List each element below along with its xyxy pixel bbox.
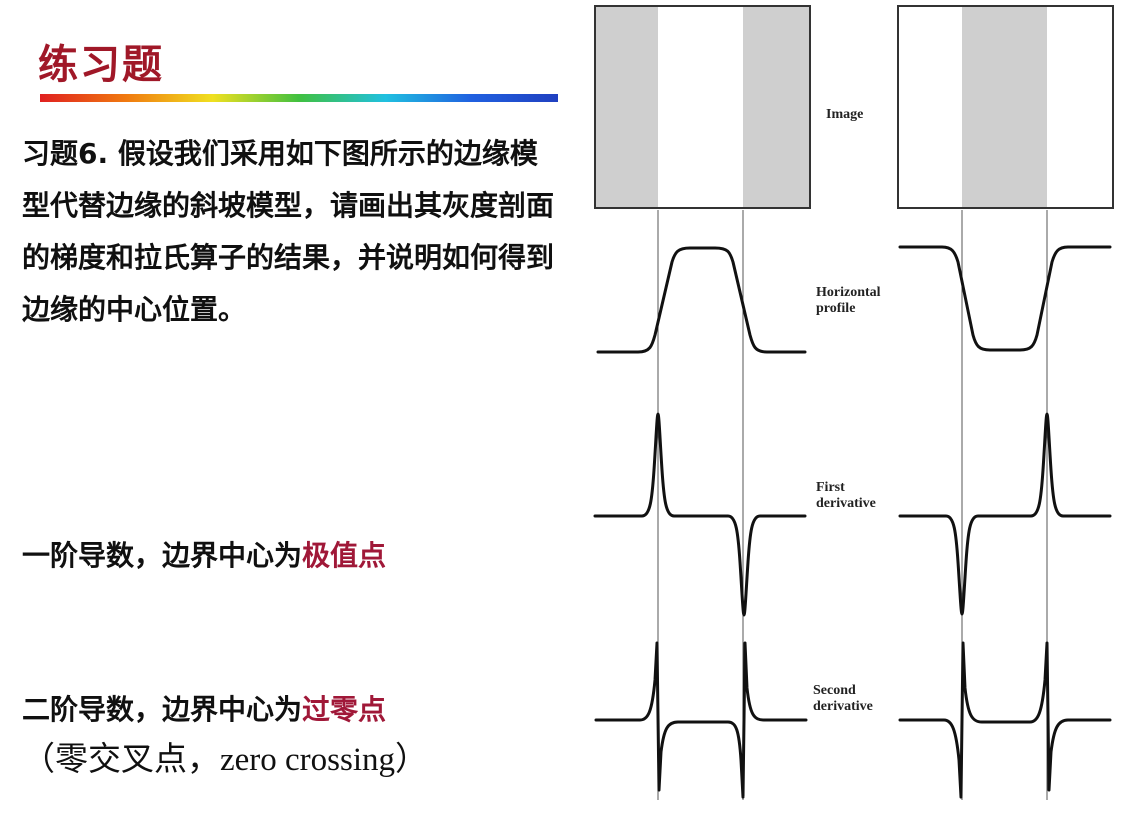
left-image-stripe bbox=[743, 7, 809, 207]
left-first-derivative bbox=[593, 412, 807, 617]
label-first-derivative: derivative bbox=[816, 496, 876, 511]
left-horizontal-profile bbox=[596, 246, 807, 354]
left-image-stripe bbox=[596, 7, 658, 207]
label-first: First bbox=[816, 480, 845, 495]
right-horizontal-profile bbox=[898, 245, 1112, 352]
right-image-stripe bbox=[962, 7, 1047, 207]
right-second-derivative bbox=[898, 641, 1112, 799]
label-image: Image bbox=[826, 107, 863, 122]
label-second-derivative: derivative bbox=[813, 699, 873, 714]
right-image-panel bbox=[897, 5, 1114, 209]
slide: 练习题 习题6. 假设我们采用如下图所示的边缘模型代替边缘的斜坡模型，请画出其灰… bbox=[0, 0, 1125, 823]
edge-model-diagram: Image Horizontal profile First derivativ… bbox=[593, 5, 1114, 800]
right-first-derivative bbox=[898, 412, 1112, 616]
left-second-derivative bbox=[594, 641, 808, 799]
label-second: Second bbox=[813, 683, 856, 698]
label-horizontal: Horizontal bbox=[816, 285, 881, 300]
left-image-panel bbox=[594, 5, 811, 209]
label-profile: profile bbox=[816, 301, 855, 316]
